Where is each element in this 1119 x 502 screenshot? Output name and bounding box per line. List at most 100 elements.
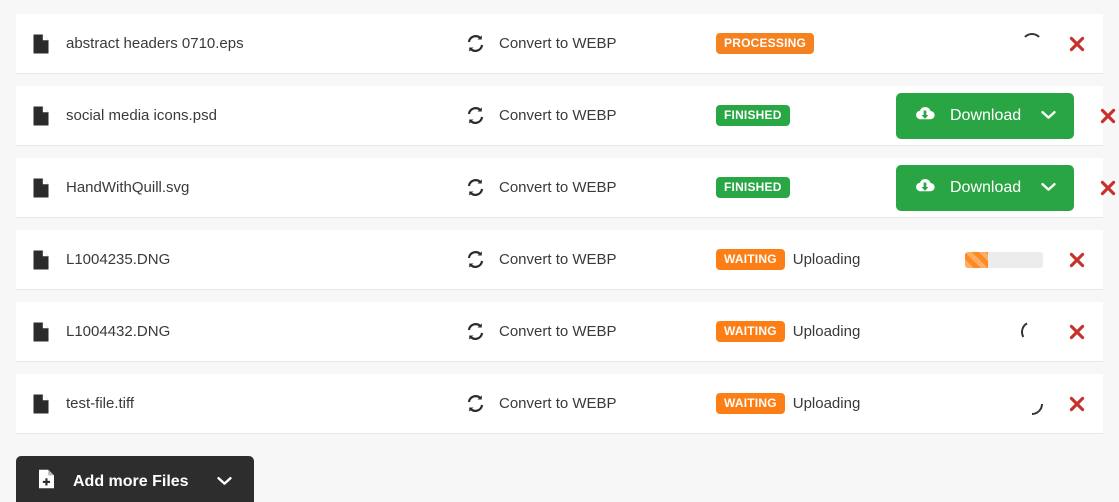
file-icon-cell bbox=[16, 178, 66, 198]
file-icon bbox=[33, 106, 49, 126]
table-row: abstract headers 0710.eps Convert to WEBP… bbox=[16, 14, 1103, 74]
file-icon bbox=[33, 250, 49, 270]
sync-icon[interactable] bbox=[466, 178, 485, 197]
sync-icon[interactable] bbox=[466, 106, 485, 125]
file-name: social media icons.psd bbox=[66, 107, 217, 124]
status-cell: WAITING Uploading bbox=[716, 249, 896, 270]
convert-action[interactable]: Convert to WEBP bbox=[466, 106, 716, 125]
status-badge: WAITING bbox=[716, 321, 785, 342]
convert-action-label: Convert to WEBP bbox=[499, 179, 617, 196]
remove-file-button[interactable] bbox=[1097, 105, 1119, 127]
status-cell: PROCESSING bbox=[716, 33, 896, 54]
status-badge: WAITING bbox=[716, 393, 785, 414]
status-note: Uploading bbox=[792, 323, 861, 340]
footer-actions: Add more Files bbox=[0, 446, 1119, 502]
loading-spinner-icon bbox=[1021, 321, 1043, 343]
row-control-cell bbox=[896, 236, 1051, 284]
file-icon bbox=[33, 34, 49, 54]
file-list: abstract headers 0710.eps Convert to WEBP… bbox=[0, 14, 1119, 434]
upload-progress-bar bbox=[965, 251, 1043, 268]
chevron-down-icon[interactable] bbox=[1041, 107, 1056, 125]
close-icon bbox=[1068, 324, 1086, 344]
remove-cell bbox=[1051, 33, 1103, 55]
table-row: L1004432.DNG Convert to WEBP WAITING Upload… bbox=[16, 302, 1103, 362]
file-name: L1004432.DNG bbox=[66, 323, 171, 340]
file-name: abstract headers 0710.eps bbox=[66, 35, 244, 52]
remove-cell bbox=[1082, 105, 1119, 127]
file-name: HandWithQuill.svg bbox=[66, 179, 190, 196]
convert-action[interactable]: Convert to WEBP bbox=[466, 250, 716, 269]
file-icon-cell bbox=[16, 250, 66, 270]
status-badge: PROCESSING bbox=[716, 33, 815, 54]
table-row: social media icons.psd Convert to WEBP FIN… bbox=[16, 86, 1116, 146]
remove-file-button[interactable] bbox=[1066, 33, 1088, 55]
convert-action-label: Convert to WEBP bbox=[499, 251, 617, 268]
convert-action[interactable]: Convert to WEBP bbox=[466, 178, 716, 197]
convert-action-label: Convert to WEBP bbox=[499, 323, 617, 340]
remove-file-button[interactable] bbox=[1066, 249, 1088, 271]
file-name: L1004235.DNG bbox=[66, 251, 171, 268]
download-label: Download bbox=[950, 106, 1022, 124]
remove-file-button[interactable] bbox=[1097, 177, 1119, 199]
convert-action-label: Convert to WEBP bbox=[499, 395, 617, 412]
file-icon-cell bbox=[16, 322, 66, 342]
remove-cell bbox=[1051, 393, 1103, 415]
sync-icon[interactable] bbox=[466, 322, 485, 341]
status-cell: WAITING Uploading bbox=[716, 321, 896, 342]
cloud-download-icon bbox=[914, 177, 936, 199]
sync-icon[interactable] bbox=[466, 34, 485, 53]
download-button[interactable]: Download bbox=[896, 92, 1075, 139]
download-button[interactable]: Download bbox=[896, 164, 1075, 211]
convert-action-label: Convert to WEBP bbox=[499, 35, 617, 52]
convert-action[interactable]: Convert to WEBP bbox=[466, 394, 716, 413]
chevron-down-icon[interactable] bbox=[216, 473, 232, 491]
add-more-files-label: Add more Files bbox=[73, 472, 189, 490]
remove-file-button[interactable] bbox=[1066, 393, 1088, 415]
row-control-cell bbox=[896, 20, 1051, 68]
status-note: Uploading bbox=[792, 251, 861, 268]
remove-cell bbox=[1082, 177, 1119, 199]
status-badge: WAITING bbox=[716, 249, 785, 270]
convert-action-label: Convert to WEBP bbox=[499, 107, 617, 124]
table-row: test-file.tiff Convert to WEBP WAITING Uplo… bbox=[16, 374, 1103, 434]
add-more-files-button[interactable]: Add more Files bbox=[16, 456, 254, 502]
file-name: test-file.tiff bbox=[66, 395, 135, 412]
row-control-cell bbox=[896, 380, 1051, 428]
close-icon bbox=[1099, 108, 1117, 128]
table-row: L1004235.DNG Convert to WEBP WAITING Upload… bbox=[16, 230, 1103, 290]
loading-spinner-icon bbox=[1021, 393, 1043, 415]
sync-icon[interactable] bbox=[466, 394, 485, 413]
remove-file-button[interactable] bbox=[1066, 321, 1088, 343]
close-icon bbox=[1068, 36, 1086, 56]
convert-action[interactable]: Convert to WEBP bbox=[466, 34, 716, 53]
chevron-down-icon[interactable] bbox=[1041, 179, 1056, 197]
status-badge: FINISHED bbox=[716, 105, 790, 126]
upload-progress-fill bbox=[965, 251, 989, 268]
file-icon-cell bbox=[16, 34, 66, 54]
row-control-cell bbox=[896, 308, 1051, 356]
status-badge: FINISHED bbox=[716, 177, 790, 198]
file-icon bbox=[33, 394, 49, 414]
remove-cell bbox=[1051, 249, 1103, 271]
row-control-cell: Download bbox=[896, 164, 1082, 212]
status-cell: FINISHED bbox=[716, 177, 896, 198]
file-conversion-queue: abstract headers 0710.eps Convert to WEBP… bbox=[0, 0, 1119, 502]
status-cell: FINISHED bbox=[716, 105, 896, 126]
file-icon bbox=[33, 322, 49, 342]
table-row: HandWithQuill.svg Convert to WEBP FINISHED… bbox=[16, 158, 1116, 218]
close-icon bbox=[1068, 252, 1086, 272]
loading-spinner-icon bbox=[1021, 33, 1043, 55]
row-control-cell: Download bbox=[896, 92, 1082, 140]
remove-cell bbox=[1051, 321, 1103, 343]
file-plus-icon bbox=[38, 469, 55, 494]
sync-icon[interactable] bbox=[466, 250, 485, 269]
close-icon bbox=[1068, 396, 1086, 416]
download-label: Download bbox=[950, 178, 1022, 196]
status-note: Uploading bbox=[792, 395, 861, 412]
file-icon bbox=[33, 178, 49, 198]
cloud-download-icon bbox=[914, 105, 936, 127]
file-icon-cell bbox=[16, 394, 66, 414]
status-cell: WAITING Uploading bbox=[716, 393, 896, 414]
convert-action[interactable]: Convert to WEBP bbox=[466, 322, 716, 341]
file-icon-cell bbox=[16, 106, 66, 126]
